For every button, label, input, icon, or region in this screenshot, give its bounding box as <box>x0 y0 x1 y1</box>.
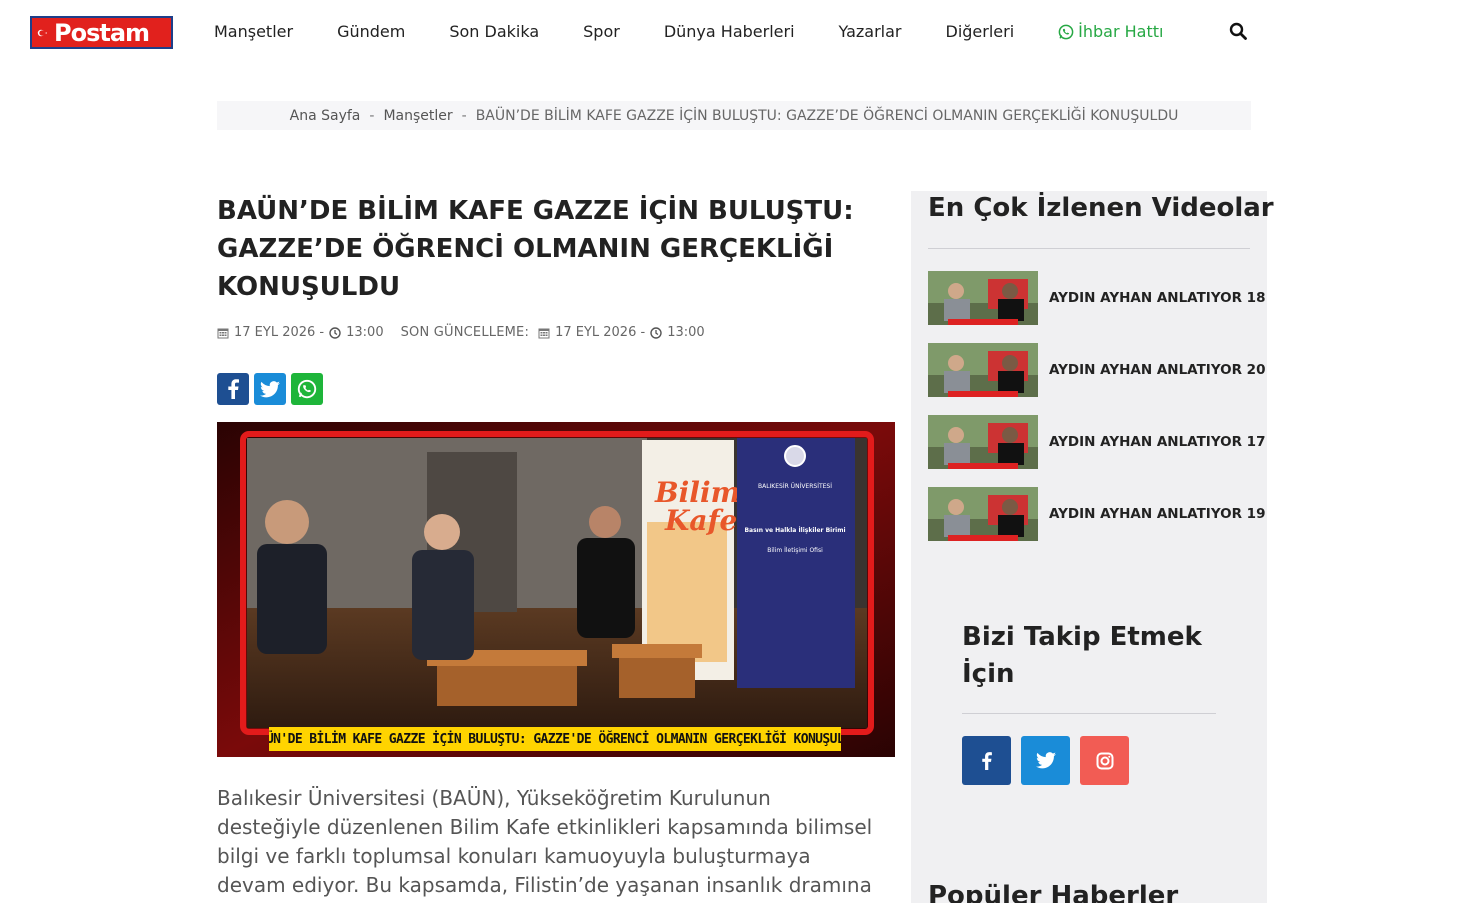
nav-item-digerleri[interactable]: Diğerleri <box>946 22 1015 41</box>
publish-date: 17 EYL 2026 - <box>234 325 325 340</box>
turkish-flag-icon <box>32 18 54 47</box>
main-nav: Manşetler Gündem Son Dakika Spor Dünya H… <box>214 22 1205 41</box>
banner-kafe-text: Kafe <box>664 504 737 537</box>
facebook-icon <box>982 751 992 770</box>
site-header: Postam Manşetler Gündem Son Dakika Spor … <box>0 0 1479 66</box>
share-facebook-button[interactable] <box>217 373 249 405</box>
whatsapp-icon <box>297 379 317 399</box>
follow-facebook-button[interactable] <box>962 736 1011 785</box>
video-title: AYDIN AYHAN ANLATIYOR 18 <box>1049 290 1266 306</box>
follow-title: Bizi Takip Etmek İçin <box>962 622 1202 689</box>
article-hero-image: Bilim Kafe BALIKESİR ÜNİVERSİTESİ Basın … <box>217 422 895 757</box>
search-button[interactable] <box>1229 22 1249 42</box>
banner-office-text: Bilim İletişimi Ofisi <box>767 547 823 554</box>
twitter-icon <box>260 380 280 397</box>
facebook-icon <box>228 379 239 399</box>
article-title: BAÜN’DE BİLİM KAFE GAZZE İÇİN BULUŞTU: G… <box>217 196 854 302</box>
nav-item-gundem[interactable]: Gündem <box>337 22 405 41</box>
videos-section-title: En Çok İzlenen Videolar <box>928 193 1274 223</box>
update-date: 17 EYL 2026 - <box>555 325 646 340</box>
video-item[interactable]: AYDIN AYHAN ANLATIYOR 19 <box>928 487 1265 541</box>
sidebar: En Çok İzlenen Videolar AYDIN AYHAN ANLA… <box>911 191 1274 903</box>
breadcrumb: Ana Sayfa - Manşetler - BAÜN’DE BİLİM KA… <box>217 101 1251 130</box>
twitter-icon <box>1035 752 1056 769</box>
video-thumbnail <box>928 415 1038 469</box>
instagram-icon <box>1096 752 1113 769</box>
video-item[interactable]: AYDIN AYHAN ANLATIYOR 17 <box>928 415 1265 469</box>
nav-item-ihbar-hatti[interactable]: İhbar Hattı <box>1058 22 1163 41</box>
logo-text: Postam <box>54 18 150 47</box>
nav-item-yazarlar[interactable]: Yazarlar <box>839 22 902 41</box>
calendar-icon <box>217 328 229 338</box>
clock-icon <box>650 326 662 339</box>
video-item[interactable]: AYDIN AYHAN ANLATIYOR 18 <box>928 271 1265 325</box>
section-divider <box>928 248 1250 249</box>
article-meta: 17 EYL 2026 - 13:00 SON GÜNCELLEME: 17 E… <box>217 325 705 340</box>
share-buttons <box>217 373 323 405</box>
video-thumbnail <box>928 487 1038 541</box>
follow-icons <box>962 736 1216 785</box>
follow-twitter-button[interactable] <box>1021 736 1070 785</box>
breadcrumb-separator: - <box>369 107 375 124</box>
video-item[interactable]: AYDIN AYHAN ANLATIYOR 20 <box>928 343 1265 397</box>
popular-news-title: Popüler Haberler <box>928 881 1179 903</box>
site-logo[interactable]: Postam <box>30 16 173 49</box>
nav-item-dunya-haberleri[interactable]: Dünya Haberleri <box>664 22 795 41</box>
share-twitter-button[interactable] <box>254 373 286 405</box>
whatsapp-icon <box>1058 24 1074 39</box>
article-body: Balıkesir Üniversitesi (BAÜN), Yükseköğr… <box>217 786 873 903</box>
breadcrumb-separator: - <box>461 107 467 124</box>
ihbar-label: İhbar Hattı <box>1078 22 1164 41</box>
nav-item-son-dakika[interactable]: Son Dakika <box>449 22 539 41</box>
video-thumbnail <box>928 343 1038 397</box>
video-title: AYDIN AYHAN ANLATIYOR 20 <box>1049 362 1266 378</box>
breadcrumb-current: BAÜN’DE BİLİM KAFE GAZZE İÇİN BULUŞTU: G… <box>475 107 1179 124</box>
follow-instagram-button[interactable] <box>1080 736 1129 785</box>
banner-unit-text: Basın ve Halkla İlişkiler Birimi <box>744 527 845 534</box>
video-title: AYDIN AYHAN ANLATIYOR 19 <box>1049 506 1266 522</box>
section-divider <box>962 713 1216 714</box>
hero-caption: BAÜN'DE BİLİM KAFE GAZZE İÇİN BULUŞTU: G… <box>269 727 841 751</box>
share-whatsapp-button[interactable] <box>291 373 323 405</box>
update-label: SON GÜNCELLEME: <box>400 325 530 340</box>
calendar-icon <box>538 328 550 338</box>
nav-item-mansetler[interactable]: Manşetler <box>214 22 293 41</box>
banner-org-text: BALIKESİR ÜNİVERSİTESİ <box>758 483 832 490</box>
breadcrumb-category[interactable]: Manşetler <box>383 108 452 124</box>
hero-illustration: Bilim Kafe BALIKESİR ÜNİVERSİTESİ Basın … <box>217 422 895 757</box>
nav-item-spor[interactable]: Spor <box>583 22 620 41</box>
update-time: 13:00 <box>667 325 705 340</box>
clock-icon <box>329 326 341 339</box>
publish-time: 13:00 <box>346 325 384 340</box>
breadcrumb-home[interactable]: Ana Sayfa <box>290 108 361 124</box>
video-title: AYDIN AYHAN ANLATIYOR 17 <box>1049 434 1266 450</box>
search-icon <box>1229 22 1247 40</box>
video-thumbnail <box>928 271 1038 325</box>
follow-us-box: Bizi Takip Etmek İçin <box>962 619 1216 785</box>
